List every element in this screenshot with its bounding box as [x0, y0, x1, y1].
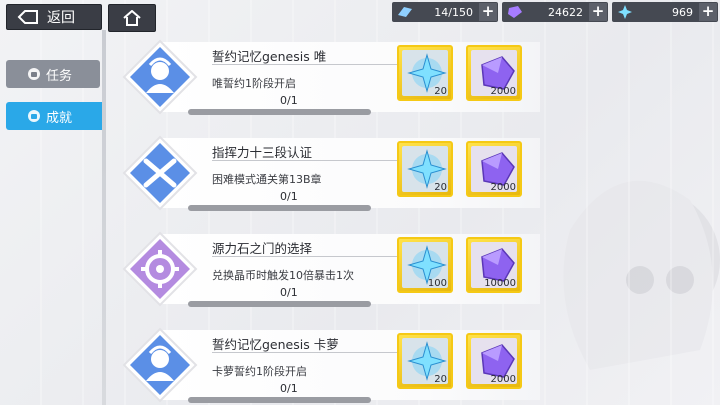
tab-task[interactable]: 任务: [6, 60, 100, 88]
stamina-add-button[interactable]: +: [479, 3, 497, 21]
title-divider: [212, 160, 422, 161]
tab-task-label: 任务: [46, 68, 73, 84]
crystal-value: 24622: [548, 5, 583, 19]
achievement-title: 誓约记忆genesis 卡萝: [212, 337, 339, 352]
reward-amount: 20: [434, 182, 447, 193]
crystal-resource: 24622 +: [502, 2, 608, 22]
reward-amount: 100: [427, 278, 447, 289]
stamina-resource: 14/150 +: [392, 2, 498, 22]
reward-amount: 2000: [490, 182, 516, 193]
star-shard-resource: 969 +: [612, 2, 718, 22]
reward-crystal[interactable]: 2000: [466, 333, 522, 389]
reward-amount: 20: [434, 86, 447, 97]
stamina-icon: [398, 7, 412, 17]
achievement-description: 卡萝誓约1阶段开启: [212, 365, 307, 378]
reward-star-shard[interactable]: 100: [397, 237, 453, 293]
reward-amount: 2000: [490, 86, 516, 97]
achievement-title: 指挥力十三段认证: [212, 145, 313, 160]
back-arrow-icon: [17, 10, 38, 24]
achievement-description: 兑换晶币时触发10倍暴击1次: [212, 269, 354, 282]
gear-icon: [122, 231, 198, 307]
achievement-progress-bar: [188, 109, 371, 115]
reward-crystal[interactable]: 10000: [466, 237, 522, 293]
home-button[interactable]: [108, 4, 156, 32]
tab-achievement-label: 成就: [46, 110, 73, 126]
star-shard-icon: [618, 5, 632, 19]
title-divider: [212, 352, 422, 353]
back-label: 返回: [47, 10, 75, 26]
achievement-progress-text: 0/1: [280, 382, 298, 395]
reward-amount: 20: [434, 374, 447, 385]
reward-star-shard[interactable]: 20: [397, 333, 453, 389]
achievement-title: 誓约记忆genesis 唯: [212, 49, 327, 64]
reward-star-shard[interactable]: 20: [397, 141, 453, 197]
reward-crystal[interactable]: 2000: [466, 45, 522, 101]
heroine-icon: [122, 39, 198, 115]
crystal-icon: [508, 6, 522, 18]
achievement-description: 唯誓约1阶段开启: [212, 77, 296, 90]
achievement-description: 困难模式通关第13B章: [212, 173, 322, 186]
heroine-icon: [122, 327, 198, 403]
nav-divider: [102, 30, 106, 405]
reward-amount: 10000: [484, 278, 516, 289]
back-button[interactable]: 返回: [6, 4, 102, 30]
tab-achievement[interactable]: 成就: [6, 102, 106, 130]
reward-star-shard[interactable]: 20: [397, 45, 453, 101]
achievement-icon: [28, 110, 40, 122]
star-shard-add-button[interactable]: +: [699, 3, 717, 21]
reward-crystal[interactable]: 2000: [466, 141, 522, 197]
reward-amount: 2000: [490, 374, 516, 385]
home-icon: [123, 10, 141, 26]
achievement-progress-text: 0/1: [280, 190, 298, 203]
achievement-progress-text: 0/1: [280, 94, 298, 107]
achievement-title: 源力石之门的选择: [212, 241, 313, 256]
star-shard-value: 969: [672, 5, 693, 19]
achievement-progress-bar: [188, 205, 371, 211]
achievement-progress-bar: [188, 301, 371, 307]
stamina-value: 14/150: [434, 5, 473, 19]
title-divider: [212, 64, 422, 65]
achievement-progress-bar: [188, 397, 371, 403]
crystal-add-button[interactable]: +: [589, 3, 607, 21]
title-divider: [212, 256, 422, 257]
task-icon: [28, 68, 40, 80]
crossed-guns-icon: [122, 135, 198, 211]
achievement-progress-text: 0/1: [280, 286, 298, 299]
